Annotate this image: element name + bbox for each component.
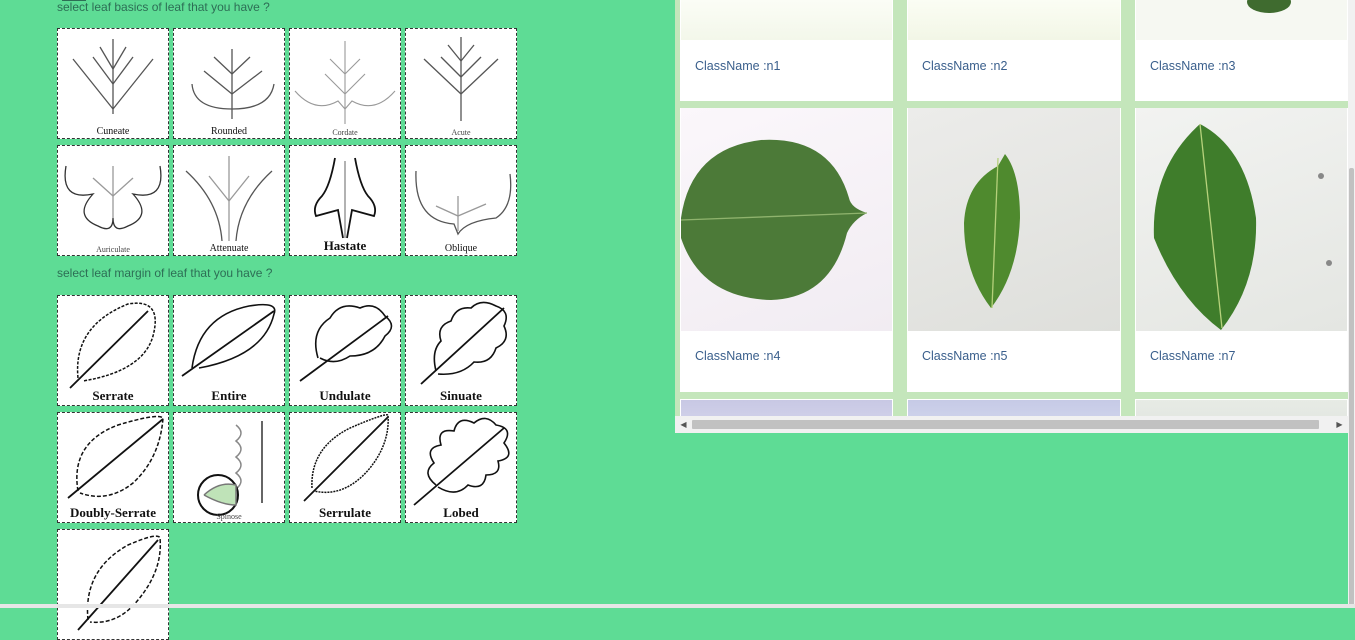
- leaf-image-icon: [681, 139, 868, 300]
- option-label: Lobed: [443, 505, 479, 520]
- page-vertical-scrollbar[interactable]: [1348, 0, 1355, 608]
- option-label: Rounded: [210, 126, 248, 137]
- margin-question: select leaf margin of leaf that you have…: [57, 266, 273, 280]
- card-classname: ClassName :n2: [922, 59, 1008, 73]
- card-classname: ClassName :n3: [1150, 59, 1236, 73]
- option-rounded[interactable]: Rounded: [173, 28, 285, 139]
- option-label: Attenuate: [209, 243, 249, 254]
- option-attenuate[interactable]: Attenuate: [173, 145, 285, 256]
- attenuate-base-icon: [185, 156, 273, 242]
- basics-options: Cuneate Rounded Cordate Acute Auriculate…: [57, 28, 517, 256]
- option-doubly-serrate[interactable]: Doubly-Serrate: [57, 412, 169, 523]
- option-hastate[interactable]: Hastate: [289, 145, 401, 256]
- gallery-card-n7[interactable]: ClassName :n7: [1135, 108, 1348, 392]
- option-label: Sinuate: [440, 388, 482, 403]
- option-acute[interactable]: Acute: [405, 28, 517, 139]
- option-cuneate[interactable]: Cuneate: [57, 28, 169, 139]
- option-label: Cordate: [332, 128, 358, 137]
- scroll-right-arrow-icon[interactable]: ▶: [1331, 416, 1348, 433]
- option-auriculate[interactable]: Auriculate: [57, 145, 169, 256]
- gallery-card-n1[interactable]: ClassName :n1: [680, 0, 893, 101]
- option-sinuate[interactable]: Sinuate: [405, 295, 517, 406]
- cordate-base-icon: [294, 41, 396, 124]
- option-label: Serrulate: [319, 505, 371, 520]
- leaf-margin-icon: [77, 535, 162, 631]
- leaf-photo: [908, 108, 1120, 331]
- option-label: Cuneate: [96, 126, 130, 137]
- option-label: Oblique: [444, 243, 478, 254]
- option-entire[interactable]: Entire: [173, 295, 285, 406]
- auriculate-base-icon: [64, 165, 162, 230]
- option-label: Acute: [451, 128, 471, 137]
- option-label: Hastate: [323, 238, 367, 253]
- gallery-horizontal-scrollbar[interactable]: ◀ ▶: [675, 416, 1348, 433]
- leaf-photo: [1136, 0, 1347, 40]
- basics-question: select leaf basics of leaf that you have…: [57, 0, 270, 14]
- margin-options: Serrate Entire Undulate Sinuate Doubly-S…: [57, 295, 517, 640]
- option-undulate[interactable]: Undulate: [289, 295, 401, 406]
- leaf-photo: [1136, 108, 1347, 331]
- option-cordate[interactable]: Cordate: [289, 28, 401, 139]
- option-serrate[interactable]: Serrate: [57, 295, 169, 406]
- leaf-image-icon: [1247, 0, 1291, 13]
- option-spinose[interactable]: Spinose: [173, 412, 285, 523]
- leaf-photo: [681, 108, 892, 331]
- leaf-photo: [681, 0, 892, 40]
- scroll-left-arrow-icon[interactable]: ◀: [675, 416, 692, 433]
- gallery-card-n3[interactable]: ClassName :n3: [1135, 0, 1348, 101]
- vertical-scrollbar-thumb[interactable]: [1349, 168, 1354, 608]
- card-classname: ClassName :n4: [695, 349, 781, 363]
- leaf-photo: [908, 0, 1120, 40]
- leaf-image-icon: [964, 154, 1020, 309]
- gallery-card-n4[interactable]: ClassName :n4: [680, 108, 893, 392]
- image-gallery: ClassName :n1 ClassName :n2 ClassName :n…: [675, 0, 1348, 433]
- option-label: Doubly-Serrate: [70, 505, 156, 520]
- card-classname: ClassName :n5: [922, 349, 1008, 363]
- oblique-base-icon: [415, 170, 512, 236]
- option-label: Auriculate: [96, 245, 130, 254]
- option-label: Serrate: [92, 388, 134, 403]
- option-label: Undulate: [319, 388, 371, 403]
- gallery-card-n5[interactable]: ClassName :n5: [907, 108, 1121, 392]
- cuneate-base-icon: [72, 39, 154, 114]
- option-label: Entire: [211, 388, 247, 403]
- page-horizontal-scrollbar[interactable]: [0, 604, 1355, 608]
- option-lobed[interactable]: Lobed: [405, 412, 517, 523]
- option-serrulate[interactable]: Serrulate: [289, 412, 401, 523]
- rounded-base-icon: [191, 49, 275, 119]
- scrollbar-thumb[interactable]: [692, 420, 1319, 429]
- gallery-card-n2[interactable]: ClassName :n2: [907, 0, 1121, 101]
- option-leaf-margin-9[interactable]: [57, 529, 169, 640]
- card-classname: ClassName :n7: [1150, 349, 1236, 363]
- spinose-margin-icon: [197, 421, 263, 516]
- card-classname: ClassName :n1: [695, 59, 781, 73]
- option-oblique[interactable]: Oblique: [405, 145, 517, 256]
- leaf-image-icon: [1153, 123, 1332, 330]
- acute-base-icon: [423, 37, 499, 121]
- option-label: Spinose: [216, 512, 242, 521]
